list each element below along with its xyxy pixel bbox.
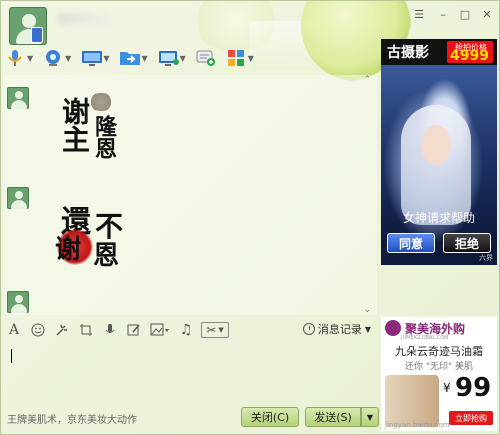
send-button[interactable]: 发送(S)	[305, 407, 361, 427]
text-cursor	[11, 349, 12, 363]
ad-title: 九朵云奇迹马油霜	[395, 345, 483, 358]
send-options-button[interactable]: ▼	[361, 407, 379, 427]
ad-sub-brand: JUMEIGLOBAL.COM	[401, 335, 449, 341]
screen-share-button[interactable]: ▼	[81, 49, 109, 67]
chevron-down-icon[interactable]: ▼	[141, 54, 147, 63]
file-transfer-button[interactable]: ▼	[119, 49, 148, 67]
ad-caption: 女神请求帮助	[402, 211, 475, 225]
avatar-body	[11, 200, 27, 209]
chat-window: ☰ – □ ✕ ▼ ▼ ▼ ▼ ▼ ▼ ⌃ ⌄ 谢主 隆恩 還 不 谢 恩 A …	[0, 0, 500, 435]
ad-brand: 聚美海外购	[405, 321, 466, 336]
remote-desktop-button[interactable]: ▼	[158, 49, 186, 67]
poke-icon[interactable]	[53, 322, 71, 338]
chevron-down-icon[interactable]: ▼	[248, 54, 254, 63]
font-icon[interactable]: A	[5, 322, 23, 338]
chevron-down-icon[interactable]: ▼	[65, 54, 71, 63]
game-ad-banner[interactable]: 古摄影 抢拍价格 4999 女神请求帮助 同意 拒绝 六界	[381, 39, 497, 265]
message-history-button[interactable]: 消息记录 ▼	[302, 321, 371, 337]
chevron-down-icon: ▼	[364, 324, 371, 334]
sticker-ink-flower	[87, 93, 115, 111]
ad-buy-button[interactable]: 立即抢购	[449, 411, 493, 425]
screen-share-icon	[81, 49, 103, 67]
file-transfer-icon	[119, 49, 141, 67]
watermark-url: jingyan.baidu.com	[385, 421, 450, 429]
sticker-text: 谢	[55, 235, 82, 265]
ad-reject-button[interactable]: 拒绝	[443, 233, 491, 253]
ad-logo-icon	[385, 320, 401, 336]
avatar-head	[15, 295, 23, 303]
chevron-down-icon[interactable]: ▼	[103, 54, 109, 63]
scroll-down-icon[interactable]: ⌄	[363, 305, 371, 315]
ad-accept-button[interactable]: 同意	[387, 233, 435, 253]
ad-character-hair	[401, 105, 471, 225]
screenshot-crop-icon[interactable]	[77, 322, 95, 338]
close-window-button[interactable]: ✕	[477, 5, 497, 23]
cosmetics-ad-banner[interactable]: 聚美海外购 JUMEIGLOBAL.COM 九朵云奇迹马油霜 还你 "无印" 美…	[381, 317, 497, 431]
minimize-button[interactable]: –	[433, 5, 453, 23]
mobile-online-icon	[31, 27, 43, 43]
microphone-icon	[5, 49, 25, 67]
ad-footer-logo: 六界	[479, 254, 493, 262]
ad-brand: 古摄影	[387, 45, 429, 61]
apps-grid-icon	[226, 49, 246, 67]
avatar-head	[22, 14, 36, 28]
promo-hint-link[interactable]: 王牌美肌术，京东美妆大动作	[7, 411, 137, 426]
avatar-head	[15, 191, 23, 199]
sticker-text: 隆恩	[91, 115, 117, 159]
message-add-button[interactable]	[196, 49, 216, 67]
message-avatar[interactable]	[7, 291, 29, 313]
clock-icon	[302, 323, 315, 335]
main-toolbar: ▼ ▼ ▼ ▼ ▼ ▼	[5, 47, 264, 69]
remote-desktop-icon	[158, 49, 179, 67]
avatar-head	[15, 91, 23, 99]
message-input[interactable]	[5, 343, 377, 403]
maximize-button[interactable]: □	[455, 5, 475, 23]
chevron-down-icon[interactable]: ▼	[180, 54, 186, 63]
music-icon[interactable]: ♫	[177, 322, 195, 338]
voice-icon[interactable]	[101, 322, 119, 338]
ad-price: 4999	[450, 48, 489, 64]
message-history-label: 消息记录	[317, 323, 362, 336]
apps-button[interactable]: ▼	[226, 49, 254, 67]
image-icon[interactable]	[149, 322, 171, 338]
sticker-text: 恩	[93, 241, 120, 271]
input-toolbar: A ♫ ✂ ▼ 消息记录 ▼	[5, 319, 377, 341]
ad-character-face	[421, 125, 451, 165]
sticker-text: 谢主	[58, 97, 91, 153]
scissors-icon[interactable]: ✂ ▼	[201, 322, 229, 338]
edit-icon[interactable]	[125, 322, 143, 338]
voice-call-button[interactable]: ▼	[5, 49, 33, 67]
ad-currency: ¥	[443, 381, 451, 395]
close-button[interactable]: 关闭(C)	[241, 407, 299, 427]
message-avatar[interactable]	[7, 87, 29, 109]
avatar-body	[11, 100, 27, 109]
ad-price: 99	[455, 373, 492, 403]
ad-product-image	[385, 375, 439, 427]
emoji-icon[interactable]	[29, 322, 47, 338]
scroll-up-icon[interactable]: ⌃	[363, 75, 371, 85]
message-add-icon	[196, 49, 216, 67]
skin-menu-icon[interactable]: ☰	[409, 5, 429, 23]
video-camera-icon	[43, 49, 63, 67]
message-avatar[interactable]	[7, 187, 29, 209]
avatar-body	[11, 304, 27, 313]
chevron-down-icon[interactable]: ▼	[27, 54, 33, 63]
video-call-button[interactable]: ▼	[43, 49, 71, 67]
ad-note: 还你 "无印" 美肌	[404, 362, 473, 372]
contact-name-blurred	[57, 13, 111, 25]
